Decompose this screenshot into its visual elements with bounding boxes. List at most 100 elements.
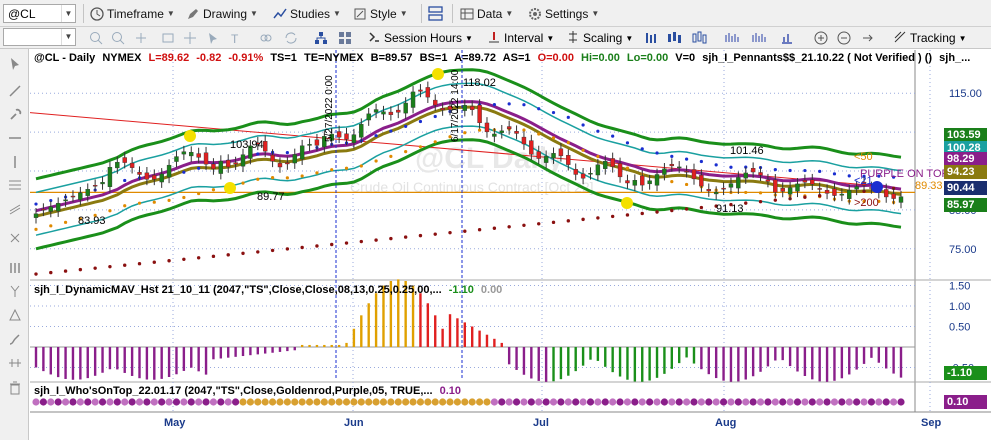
whos-on-top-dot — [527, 398, 535, 406]
whos-on-top-dot — [416, 398, 425, 406]
fork-tool-icon[interactable] — [6, 282, 23, 299]
candle-body — [640, 175, 645, 186]
hollow-candle-icon[interactable] — [692, 30, 707, 45]
whos-on-top-dot — [335, 398, 343, 406]
maroon-dot — [758, 199, 763, 204]
candle-body — [706, 189, 711, 192]
channel-tool-icon[interactable] — [6, 200, 23, 217]
shape-tool-icon[interactable] — [6, 306, 23, 323]
pointer-tool-icon[interactable] — [6, 55, 23, 72]
chevron-down-icon[interactable]: ▼ — [61, 29, 75, 45]
cursor-faded-icon[interactable] — [205, 30, 220, 45]
maroon-dot — [699, 205, 704, 210]
maroon-dot — [49, 270, 53, 275]
studies-button[interactable]: Studies ▼ — [272, 4, 341, 23]
drawing-button[interactable]: Drawing ▼ — [185, 4, 258, 23]
candle-body — [469, 106, 475, 110]
pitchfork-tool-icon[interactable] — [6, 354, 23, 371]
pan-faded-icon[interactable] — [133, 30, 148, 45]
candle-body — [181, 151, 187, 155]
candle-body — [787, 187, 793, 195]
candle-body — [344, 133, 349, 140]
orange-dot — [108, 209, 112, 213]
candle-body — [137, 172, 142, 175]
wrench-tool-icon[interactable] — [6, 106, 23, 123]
candle-body — [129, 162, 135, 168]
histogram-icon[interactable] — [779, 30, 794, 45]
data-button[interactable]: Data ▼ — [459, 4, 513, 23]
candle-body — [499, 130, 504, 133]
scroll-right-icon[interactable] — [860, 30, 875, 45]
yellow-marker — [224, 182, 236, 194]
maroon-dot — [551, 220, 556, 225]
trash-tool-icon[interactable] — [6, 379, 23, 396]
text-faded-icon[interactable]: T — [228, 30, 243, 45]
main-toolbar: @CL ▼ Timeframe ▼ Drawing ▼ Studies ▼ St… — [0, 0, 991, 27]
candle-body — [403, 102, 408, 114]
whos-on-top-dot — [719, 398, 728, 406]
chart-input-combo[interactable]: ▼ — [3, 28, 76, 46]
indicator1-tick-label: 1.00 — [949, 301, 970, 313]
network-icon[interactable] — [313, 30, 328, 45]
ohlc-chart-icon[interactable] — [751, 30, 766, 45]
settings-button[interactable]: Settings ▼ — [527, 4, 599, 23]
blue-dot — [418, 119, 423, 124]
indicator2-last-tag: 0.10 — [944, 395, 987, 409]
candle-chart-icon[interactable] — [667, 30, 682, 45]
zoom-out-icon[interactable] — [836, 30, 851, 45]
crosshair-faded-icon[interactable] — [182, 30, 197, 45]
trendline-tool-icon[interactable] — [6, 82, 23, 99]
zoom-in-icon[interactable] — [813, 30, 828, 45]
indicator1-last-tag: -1.10 — [944, 366, 987, 380]
indicator2-value: 0.10 — [439, 385, 462, 397]
blue-dot — [655, 151, 659, 155]
chart-canvas[interactable]: 115.00105.0095.0085.0075.00MayJunJulAugS… — [29, 50, 991, 440]
maroon-dot — [93, 266, 97, 270]
style-button[interactable]: Style ▼ — [352, 4, 408, 23]
price-chart[interactable]: 115.00105.0095.0085.0075.00MayJunJulAugS… — [29, 50, 991, 440]
orange-dot — [300, 174, 304, 178]
orange-dot — [344, 166, 349, 170]
fibonacci-tool-icon[interactable] — [6, 176, 23, 193]
text-tool-icon[interactable] — [6, 229, 23, 246]
scaling-button[interactable]: Scaling ▼ — [566, 29, 633, 47]
maroon-dot — [300, 245, 304, 250]
timeframe-button[interactable]: Timeframe ▼ — [89, 4, 175, 23]
candle-body — [92, 185, 98, 187]
maroon-dot — [63, 269, 68, 273]
bar-chart-icon[interactable] — [643, 30, 658, 45]
tracking-button[interactable]: Tracking ▼ — [893, 29, 967, 47]
zoom-out-faded-icon[interactable] — [110, 30, 125, 45]
whos-on-top-dot — [579, 398, 587, 406]
bars-tool-icon[interactable] — [6, 259, 23, 276]
whos-on-top-dot — [254, 398, 262, 406]
candle-body — [233, 162, 238, 165]
whos-on-top-dot — [202, 398, 210, 406]
candle-body — [669, 163, 675, 167]
maroon-dot — [640, 211, 644, 216]
grid-icon[interactable] — [337, 30, 352, 45]
interval-button[interactable]: Interval ▼ — [487, 29, 554, 47]
vertical-line-tool-icon[interactable] — [6, 153, 23, 170]
orange-dot — [684, 182, 689, 187]
maroon-dot — [34, 272, 38, 276]
brush-tool-icon[interactable] — [6, 330, 23, 347]
candle-body — [196, 153, 201, 158]
horizontal-line-tool-icon[interactable] — [6, 129, 23, 146]
session-hours-button[interactable]: Session Hours ▼ — [367, 29, 473, 47]
orange-dot — [551, 136, 556, 140]
dots-chart-icon[interactable] — [724, 30, 739, 45]
scroll-faded-icon[interactable] — [160, 30, 175, 45]
symbol-combo[interactable]: @CL ▼ — [3, 4, 76, 23]
sync-faded-icon[interactable] — [283, 30, 298, 45]
whos-on-top-dot — [128, 398, 136, 406]
candle-body — [55, 203, 61, 212]
candle-body — [529, 140, 534, 155]
layout-icon[interactable] — [428, 6, 443, 21]
vertical-date-label: 5/27/2022 0:00 — [324, 75, 335, 142]
chevron-down-icon[interactable]: ▼ — [61, 5, 75, 22]
orange-dot — [123, 204, 127, 208]
link-faded-icon[interactable] — [258, 30, 273, 45]
zoom-in-faded-icon[interactable] — [88, 30, 103, 45]
whos-on-top-dot — [498, 398, 506, 406]
